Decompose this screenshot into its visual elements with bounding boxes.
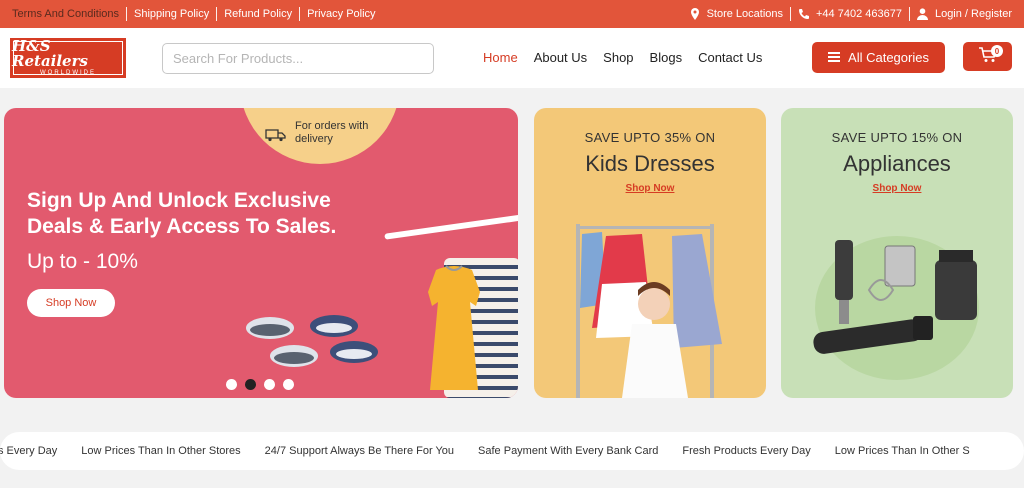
truck-icon <box>265 128 287 146</box>
policy-links: Terms And Conditions Shipping Policy Ref… <box>12 7 376 21</box>
carousel-dot-2[interactable] <box>245 379 256 390</box>
marquee-item: Low Prices Than In Other Stores <box>81 445 241 457</box>
top-bar: Terms And Conditions Shipping Policy Ref… <box>0 0 1024 28</box>
yellow-dress-image <box>428 265 480 390</box>
user-icon <box>917 8 929 20</box>
clothes-rail <box>384 214 518 240</box>
baby-shoes-image <box>246 315 378 367</box>
all-categories-button[interactable]: All Categories <box>812 42 945 73</box>
hero-title: Sign Up And Unlock Exclusive Deals & Ear… <box>27 189 337 238</box>
shipping-policy-link[interactable]: Shipping Policy <box>134 8 209 20</box>
divider <box>299 7 301 21</box>
marquee-item: s Every Day <box>0 445 58 457</box>
logo-tagline: WORLDWIDE <box>40 70 96 76</box>
phone[interactable]: +44 7402 463677 <box>798 8 902 20</box>
carousel-dot-4[interactable] <box>283 379 294 390</box>
marquee-item: Fresh Products Every Day <box>682 445 811 457</box>
map-pin-icon <box>689 8 701 20</box>
promo-save-text: SAVE UPTO 35% ON <box>584 130 716 145</box>
site-logo[interactable]: H&S Retailers WORLDWIDE <box>10 38 126 78</box>
marquee-item: 24/7 Support Always Be There For You <box>264 445 455 457</box>
menu-icon <box>828 50 841 65</box>
hero-banner: For orders with delivery Sign Up And Unl… <box>4 108 518 398</box>
logo-name: H&S Retailers <box>12 37 88 70</box>
promo-title: Kids Dresses <box>585 151 715 176</box>
divider <box>126 7 127 21</box>
store-locations-link[interactable]: Store Locations <box>707 8 783 20</box>
hero-discount: Up to - 10% <box>27 250 138 273</box>
terms-link[interactable]: Terms And Conditions <box>12 8 119 20</box>
promo-card-appliances[interactable]: SAVE UPTO 15% ON Appliances Shop Now <box>781 108 1013 398</box>
nav-home[interactable]: Home <box>483 50 518 65</box>
nav-blogs[interactable]: Blogs <box>650 50 683 65</box>
nav-about-us[interactable]: About Us <box>534 50 587 65</box>
phone-icon <box>798 8 810 20</box>
features-marquee: s Every Day Low Prices Than In Other Sto… <box>0 432 1024 470</box>
store-locations[interactable]: Store Locations <box>689 8 783 20</box>
hero-shop-now-button[interactable]: Shop Now <box>27 289 115 317</box>
marquee-item: Safe Payment With Every Bank Card <box>478 445 659 457</box>
top-bar-actions: Store Locations +44 7402 463677 Login / … <box>689 7 1012 21</box>
carousel-dot-3[interactable] <box>264 379 275 390</box>
main-nav: Home About Us Shop Blogs Contact Us <box>483 50 762 65</box>
delivery-badge: For orders with delivery <box>240 108 400 164</box>
kids-dresses-image <box>576 224 722 398</box>
all-categories-label: All Categories <box>848 50 929 65</box>
privacy-policy-link[interactable]: Privacy Policy <box>307 8 375 20</box>
promo-shop-now-link[interactable]: Shop Now <box>873 183 922 194</box>
login[interactable]: Login / Register <box>917 8 1012 20</box>
search-input[interactable] <box>162 43 434 74</box>
divider <box>790 7 791 21</box>
site-header: H&S Retailers WORLDWIDE Home About Us Sh… <box>0 28 1024 88</box>
promo-card-kids-dresses[interactable]: SAVE UPTO 35% ON Kids Dresses Shop Now <box>534 108 766 398</box>
cart-count-badge: 0 <box>991 45 1003 57</box>
carousel-dot-1[interactable] <box>226 379 237 390</box>
promo-shop-now-link[interactable]: Shop Now <box>626 183 675 194</box>
divider <box>908 7 910 21</box>
promo-title: Appliances <box>843 151 951 176</box>
phone-link[interactable]: +44 7402 463677 <box>816 8 902 20</box>
divider <box>216 7 218 21</box>
cart-button[interactable]: 0 <box>963 42 1012 71</box>
refund-policy-link[interactable]: Refund Policy <box>224 8 292 20</box>
delivery-text: For orders with delivery <box>295 120 369 145</box>
marquee-item: Low Prices Than In Other S <box>834 445 970 457</box>
appliances-image <box>813 236 979 380</box>
nav-shop[interactable]: Shop <box>603 50 633 65</box>
login-register-link[interactable]: Login / Register <box>935 8 1012 20</box>
carousel-dots <box>226 379 294 390</box>
promo-save-text: SAVE UPTO 15% ON <box>831 130 963 145</box>
nav-contact-us[interactable]: Contact Us <box>698 50 762 65</box>
